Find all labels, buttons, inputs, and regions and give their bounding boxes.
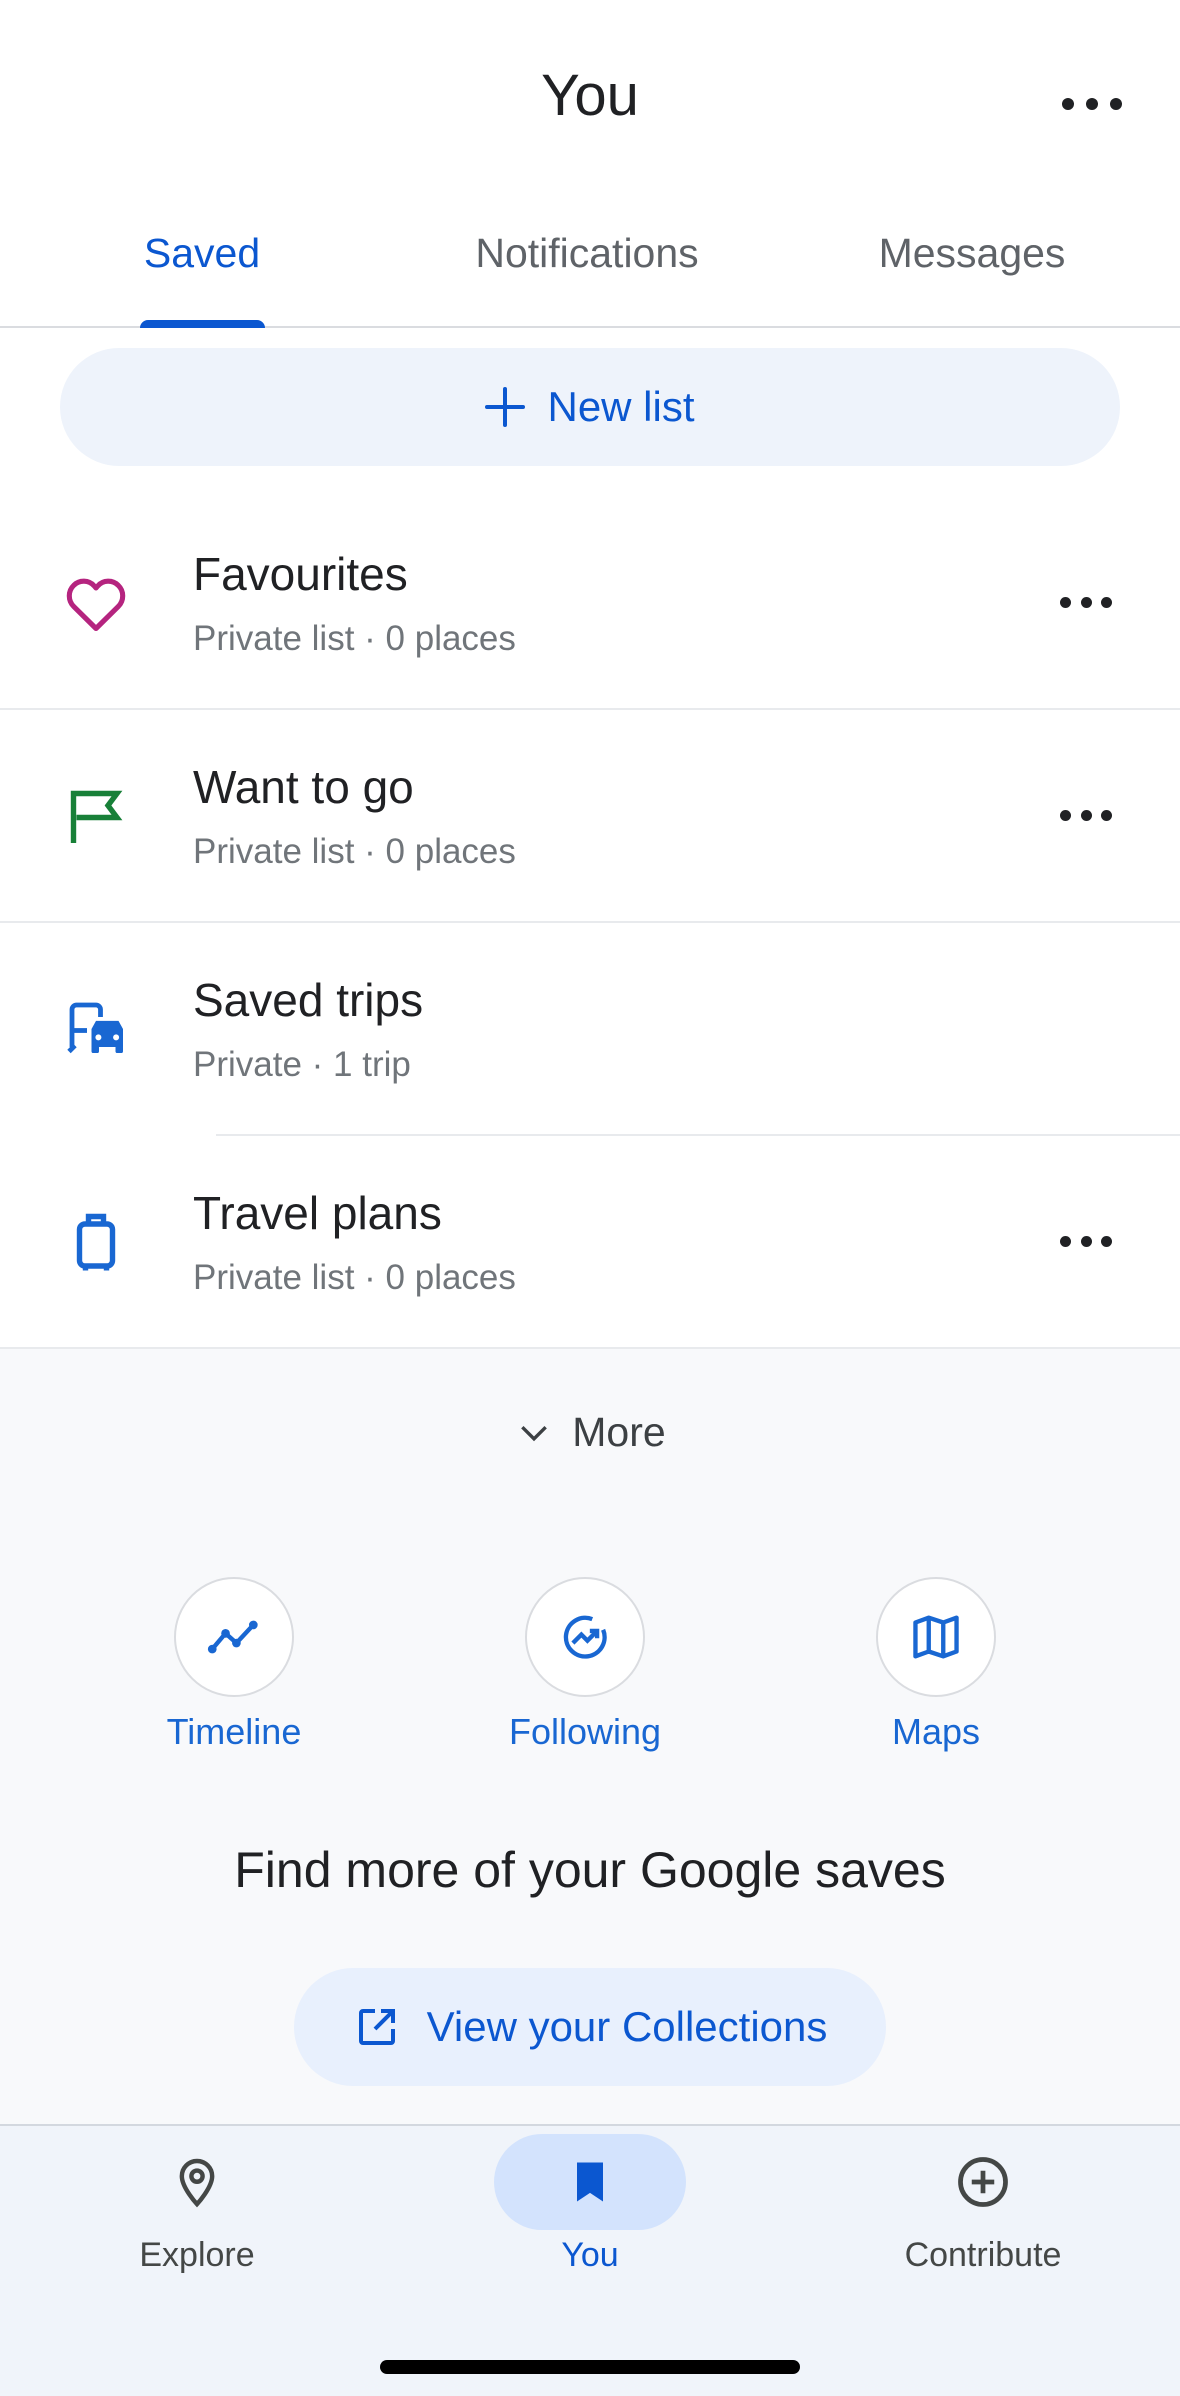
list-more-icon[interactable] [1060,1226,1112,1256]
overflow-menu-icon[interactable] [1062,84,1122,124]
view-collections-label: View your Collections [426,2003,828,2050]
nav-label: Contribute [904,2236,1062,2274]
add-circle-icon [958,2157,1008,2207]
timeline-icon [207,1620,258,1654]
shortcut-following[interactable]: Following [465,1577,705,1753]
list-name: Favourites [193,548,408,600]
following-icon [563,1615,607,1659]
nav-you[interactable]: You [460,2126,720,2275]
tab-notifications[interactable]: Notifications [475,230,698,277]
list-more-icon[interactable] [1060,587,1112,617]
bookmark-icon [577,2162,603,2202]
list-item-saved-trips[interactable]: Saved trips Private · 1 trip [0,923,1180,1136]
list-meta: Private list · 0 places [193,1258,516,1297]
shortcut-label: Following [508,1711,662,1752]
nav-label: Explore [139,2236,255,2274]
nav-explore[interactable]: Explore [67,2126,327,2275]
shortcut-label: Maps [891,1711,981,1752]
saved-extras-section: More Timeline Following Maps Find more o… [0,1349,1180,2124]
active-tab-indicator [140,320,265,328]
home-indicator [380,2360,800,2374]
heart-icon [66,578,126,632]
list-name: Want to go [193,761,414,813]
more-toggle-label: More [572,1409,666,1455]
list-name: Saved trips [193,974,424,1026]
location-pin-icon [179,2158,215,2208]
chevron-down-icon [521,1425,548,1441]
nav-contribute[interactable]: Contribute [853,2126,1113,2275]
map-icon [913,1615,959,1659]
shortcut-label: Timeline [166,1711,302,1752]
tab-bar: Saved Notifications Messages [0,200,1180,328]
list-name: Travel plans [193,1187,442,1239]
view-collections-button[interactable]: View your Collections [294,1968,886,2086]
list-meta: Private list · 0 places [193,619,516,658]
transit-car-icon [67,1002,123,1054]
list-item-travel-plans[interactable]: Travel plans Private list · 0 places [0,1136,1180,1349]
more-toggle-button[interactable]: More [0,1409,1180,1456]
tab-saved[interactable]: Saved [144,230,260,277]
top-app-bar: You [0,0,1180,200]
new-list-button[interactable]: New list [60,348,1120,466]
nav-label: You [561,2236,619,2274]
page-title: You [541,63,639,128]
list-meta: Private · 1 trip [193,1045,411,1084]
list-item-want-to-go[interactable]: Want to go Private list · 0 places [0,710,1180,923]
bottom-navigation: Explore You Contribute [0,2124,1180,2396]
tab-messages[interactable]: Messages [879,230,1066,277]
open-in-new-icon [358,2009,395,2045]
shortcut-maps[interactable]: Maps [816,1577,1056,1753]
list-item-favourites[interactable]: Favourites Private list · 0 places [0,497,1180,710]
luggage-icon [76,1213,116,1271]
list-more-icon[interactable] [1060,800,1112,830]
plus-icon [485,387,526,427]
shortcut-timeline[interactable]: Timeline [114,1577,354,1753]
flag-icon [70,790,123,843]
new-list-label: New list [547,383,695,430]
list-meta: Private list · 0 places [193,832,516,871]
collections-heading: Find more of your Google saves [234,1842,946,1898]
